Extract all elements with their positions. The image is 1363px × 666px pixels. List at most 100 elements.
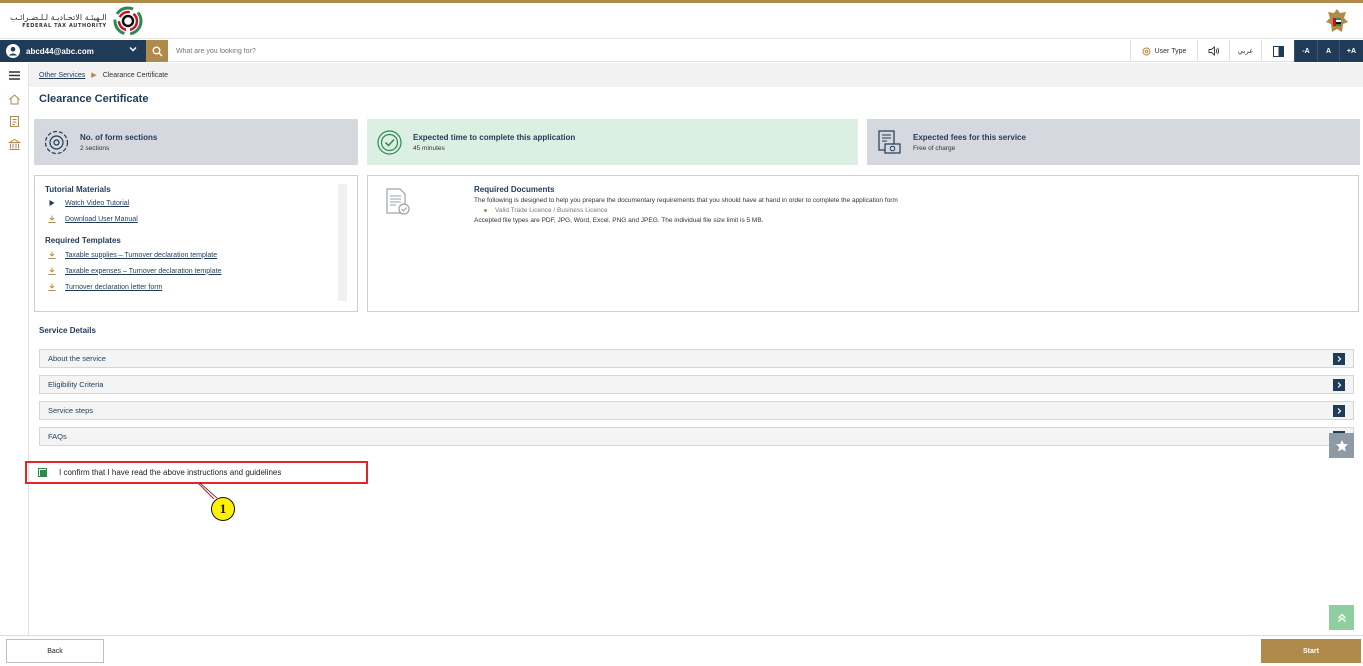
required-documents-heading: Required Documents — [474, 185, 555, 194]
gear-icon — [1142, 47, 1151, 55]
institution-icon[interactable] — [8, 138, 21, 151]
card-expected-fees: Expected fees for this service Free of c… — [867, 119, 1360, 165]
clock-check-icon — [377, 129, 402, 155]
required-documents-intro: The following is designed to help you pr… — [474, 197, 898, 204]
required-document-item: Valid Trade Licence / Business Licence — [484, 207, 1344, 214]
search-button[interactable] — [146, 40, 168, 62]
chevron-right-icon[interactable] — [1333, 405, 1345, 417]
link-row: Turnover declaration letter form — [45, 283, 347, 291]
download-icon — [48, 283, 56, 291]
card-form-sections: No. of form sections 2 sections — [34, 119, 358, 165]
search-input[interactable] — [176, 43, 576, 59]
home-icon[interactable] — [8, 93, 21, 106]
fta-logo-mark-icon — [113, 6, 143, 36]
font-normal-button[interactable]: A — [1317, 40, 1339, 62]
favorite-star-button[interactable] — [1329, 433, 1354, 458]
accordion-label: FAQs — [48, 432, 67, 441]
panel-scrollbar[interactable] — [338, 184, 347, 301]
search-icon — [152, 46, 162, 56]
watch-video-tutorial-link[interactable]: Watch Video Tutorial — [65, 200, 129, 207]
confirm-instructions-checkbox-row[interactable]: I confirm that I have read the above ins… — [25, 461, 368, 484]
user-type-label: User Type — [1154, 47, 1187, 55]
accordion-eligibility-criteria[interactable]: Eligibility Criteria — [39, 375, 1354, 394]
logo-english-text: FEDERAL TAX AUTHORITY — [22, 22, 107, 29]
card-subtitle: 2 sections — [80, 144, 110, 152]
invoice-money-icon — [878, 129, 901, 154]
link-row: Download User Manual — [45, 215, 347, 223]
card-title: No. of form sections — [80, 132, 158, 142]
user-email: abcd44@abc.com — [26, 46, 94, 56]
accordion-label: Eligibility Criteria — [48, 380, 104, 389]
footer-bar: Back Start — [0, 635, 1363, 666]
download-icon — [48, 215, 56, 223]
template-link[interactable]: Taxable supplies – Turnover declaration … — [65, 252, 217, 259]
font-decrease-button[interactable]: -A — [1294, 40, 1317, 62]
user-menu[interactable]: abcd44@abc.com — [0, 40, 146, 62]
chevron-right-icon[interactable] — [1333, 353, 1345, 365]
confirm-label: I confirm that I have read the above ins… — [59, 468, 282, 477]
top-toolbar: abcd44@abc.com User Type عربي — [0, 40, 1363, 62]
speaker-icon — [1208, 46, 1219, 56]
text-to-speech-button[interactable] — [1197, 40, 1229, 62]
checkbox-checked-mark — [39, 469, 46, 476]
accordion-faqs[interactable]: FAQs — [39, 427, 1354, 446]
double-chevron-up-icon — [1337, 613, 1346, 622]
contrast-toggle[interactable] — [1261, 40, 1294, 62]
service-details-heading: Service Details — [39, 326, 96, 335]
language-toggle[interactable]: عربي — [1229, 40, 1261, 62]
breadcrumb-current: Clearance Certificate — [102, 71, 169, 79]
contrast-icon — [1272, 45, 1284, 57]
download-user-manual-link[interactable]: Download User Manual — [65, 216, 138, 223]
chevron-right-icon[interactable] — [1333, 379, 1345, 391]
toolbar-actions: User Type عربي -A A +A — [1130, 40, 1363, 62]
breadcrumb-arrow-icon: ▶ — [91, 72, 97, 79]
logo-arabic-text: الـهيئـة الاتحـاديـة لـلـضـرائـب — [10, 12, 107, 22]
accordion-service-steps[interactable]: Service steps — [39, 401, 1354, 420]
card-subtitle: 45 minutes — [413, 144, 445, 152]
accordion-label: About the service — [48, 354, 106, 363]
accordion-label: Service steps — [48, 406, 94, 415]
tutorial-panel: Tutorial Materials Watch Video Tutorial … — [34, 175, 358, 312]
accordion-about-service[interactable]: About the service — [39, 349, 1354, 368]
scroll-to-top-button[interactable] — [1329, 605, 1354, 630]
link-row: Taxable supplies – Turnover declaration … — [45, 251, 347, 259]
callout-pointer-line — [197, 482, 218, 500]
uae-emblem-icon — [1326, 9, 1348, 32]
link-row: Taxable expenses – Turnover declaration … — [45, 267, 347, 275]
chevron-down-icon[interactable] — [128, 44, 138, 54]
breadcrumb-other-services[interactable]: Other Services — [39, 72, 85, 79]
left-sidebar — [0, 63, 29, 635]
card-title: Expected time to complete this applicati… — [413, 132, 576, 142]
confirm-checkbox[interactable] — [38, 468, 47, 477]
template-link[interactable]: Turnover declaration letter form — [65, 284, 162, 291]
tutorial-heading: Tutorial Materials — [45, 185, 111, 194]
page-title: Clearance Certificate — [39, 93, 149, 105]
back-button[interactable]: Back — [6, 639, 104, 663]
card-title: Expected fees for this service — [913, 132, 1026, 142]
templates-heading: Required Templates — [45, 236, 121, 245]
star-icon — [1335, 439, 1348, 451]
play-icon — [49, 200, 55, 206]
user-avatar-icon — [6, 44, 20, 58]
breadcrumb: Other Services ▶ Clearance Certificate — [29, 63, 1363, 87]
accepted-file-types-note: Accepted file types are PDF, JPG, Word, … — [474, 217, 764, 224]
document-check-icon — [386, 188, 410, 215]
bullet-dot — [484, 209, 487, 212]
link-row: Watch Video Tutorial — [45, 199, 347, 207]
download-icon — [48, 251, 56, 259]
callout-number-badge: 1 — [211, 497, 235, 521]
documents-icon[interactable] — [8, 115, 21, 128]
user-type-selector[interactable]: User Type — [1130, 40, 1197, 62]
site-header: الـهيئـة الاتحـاديـة لـلـضـرائـب FEDERAL… — [0, 3, 1363, 39]
start-button[interactable]: Start — [1261, 639, 1361, 663]
required-documents-panel: Required Documents The following is desi… — [367, 175, 1359, 312]
hamburger-menu-icon[interactable] — [8, 69, 21, 82]
template-link[interactable]: Taxable expenses – Turnover declaration … — [65, 268, 221, 275]
card-subtitle: Free of charge — [913, 144, 956, 152]
gear-settings-icon — [44, 130, 69, 154]
download-icon — [48, 267, 56, 275]
card-expected-time: Expected time to complete this applicati… — [367, 119, 858, 165]
required-document-label: Valid Trade Licence / Business Licence — [495, 207, 608, 214]
font-increase-button[interactable]: +A — [1339, 40, 1363, 62]
fta-logo[interactable]: الـهيئـة الاتحـاديـة لـلـضـرائـب FEDERAL… — [10, 6, 143, 36]
